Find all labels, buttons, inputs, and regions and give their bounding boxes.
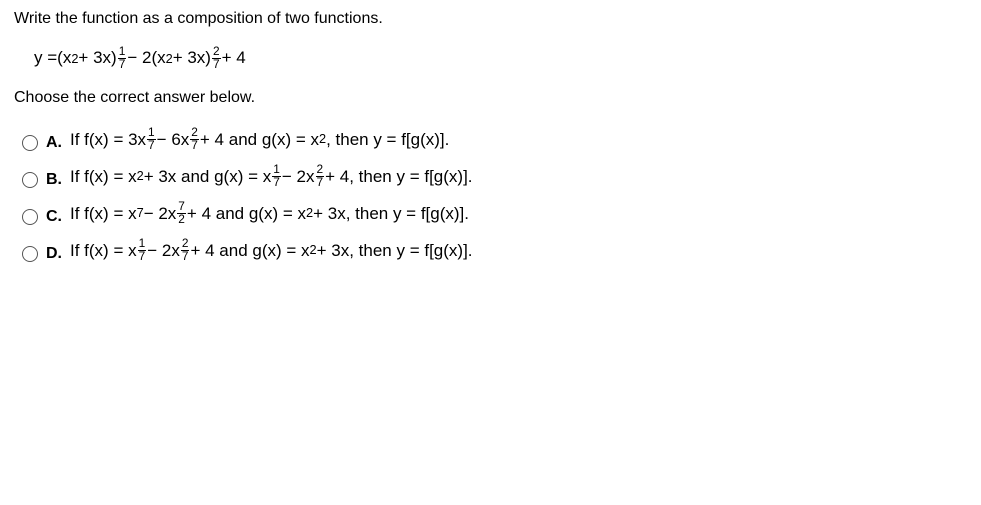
choice-a-body: If f(x) = 3x17 − 6x27 + 4 and g(x) = x2,… (70, 127, 449, 152)
d-f2: 27 (181, 238, 190, 263)
choice-b-label: B. (46, 171, 70, 189)
c-s1: 7 (137, 207, 144, 220)
b-t4: + 4, then y = f[g(x)]. (325, 168, 472, 185)
d-f1d: 7 (138, 251, 147, 263)
eq-p1-cont: + 3x) (78, 48, 116, 68)
choice-d-row: D. If f(x) = x17 − 2x27 + 4 and g(x) = x… (22, 238, 967, 263)
choice-b-row: B. If f(x) = x2 + 3x and g(x) = x17 − 2x… (22, 164, 967, 189)
d-t3: + 4 and g(x) = x (190, 242, 309, 259)
eq-p2-base: (x (151, 48, 165, 68)
choice-b-radio[interactable] (22, 172, 38, 188)
a-s1: 2 (319, 133, 326, 146)
choice-c-body: If f(x) = x7 − 2x72 + 4 and g(x) = x2 + … (70, 201, 469, 226)
eq-frac2: 27 (212, 46, 221, 71)
eq-p2-cont: + 3x) (173, 48, 211, 68)
choice-c-label: C. (46, 208, 70, 226)
b-f2d: 7 (316, 177, 325, 189)
b-t1: If f(x) = x (70, 168, 137, 185)
a-f2d: 7 (190, 140, 199, 152)
d-t4: + 3x, then y = f[g(x)]. (317, 242, 473, 259)
c-t4: + 3x, then y = f[g(x)]. (313, 205, 469, 222)
main-equation: y = (x2 + 3x)17 − 2 (x2 + 3x)27 + 4 (34, 46, 967, 71)
a-f2: 27 (190, 127, 199, 152)
choice-d-label: D. (46, 245, 70, 263)
a-t2: − 6x (157, 131, 190, 148)
eq-plus4: + 4 (222, 48, 246, 68)
choice-b-body: If f(x) = x2 + 3x and g(x) = x17 − 2x27 … (70, 164, 473, 189)
c-f1: 72 (177, 201, 186, 226)
d-f2d: 7 (181, 251, 190, 263)
b-f1: 17 (272, 164, 281, 189)
d-s1: 2 (310, 244, 317, 257)
b-f1d: 7 (272, 177, 281, 189)
eq-frac1: 17 (118, 46, 127, 71)
a-t3: + 4 and g(x) = x (200, 131, 319, 148)
b-t2: + 3x and g(x) = x (144, 168, 272, 185)
choice-c-row: C. If f(x) = x7 − 2x72 + 4 and g(x) = x2… (22, 201, 967, 226)
choice-list: A. If f(x) = 3x17 − 6x27 + 4 and g(x) = … (14, 127, 967, 263)
a-t1: If f(x) = 3x (70, 131, 146, 148)
eq-p2-sup: 2 (166, 51, 173, 66)
eq-minus2: − 2 (127, 48, 151, 68)
b-t3: − 2x (282, 168, 315, 185)
eq-p1-sup: 2 (71, 51, 78, 66)
choice-a-label: A. (46, 134, 70, 152)
c-t1: If f(x) = x (70, 205, 137, 222)
c-t3: + 4 and g(x) = x (187, 205, 306, 222)
a-f1d: 7 (147, 140, 156, 152)
question-text: Write the function as a composition of t… (14, 10, 967, 28)
b-f2: 27 (316, 164, 325, 189)
b-s1: 2 (137, 170, 144, 183)
choice-d-body: If f(x) = x17 − 2x27 + 4 and g(x) = x2 +… (70, 238, 473, 263)
a-f1: 17 (147, 127, 156, 152)
c-s2: 2 (306, 207, 313, 220)
choice-a-radio[interactable] (22, 135, 38, 151)
d-f1: 17 (138, 238, 147, 263)
choice-d-radio[interactable] (22, 246, 38, 262)
c-f1d: 2 (177, 214, 186, 226)
choice-c-radio[interactable] (22, 209, 38, 225)
a-t4: , then y = f[g(x)]. (326, 131, 449, 148)
d-t1: If f(x) = x (70, 242, 137, 259)
d-t2: − 2x (147, 242, 180, 259)
choice-a-row: A. If f(x) = 3x17 − 6x27 + 4 and g(x) = … (22, 127, 967, 152)
eq-p1-base: (x (57, 48, 71, 68)
eq-frac2-den: 7 (212, 59, 221, 71)
c-t2: − 2x (144, 205, 177, 222)
instruction-text: Choose the correct answer below. (14, 89, 967, 107)
eq-lhs: y = (34, 48, 57, 68)
eq-frac1-den: 7 (118, 59, 127, 71)
